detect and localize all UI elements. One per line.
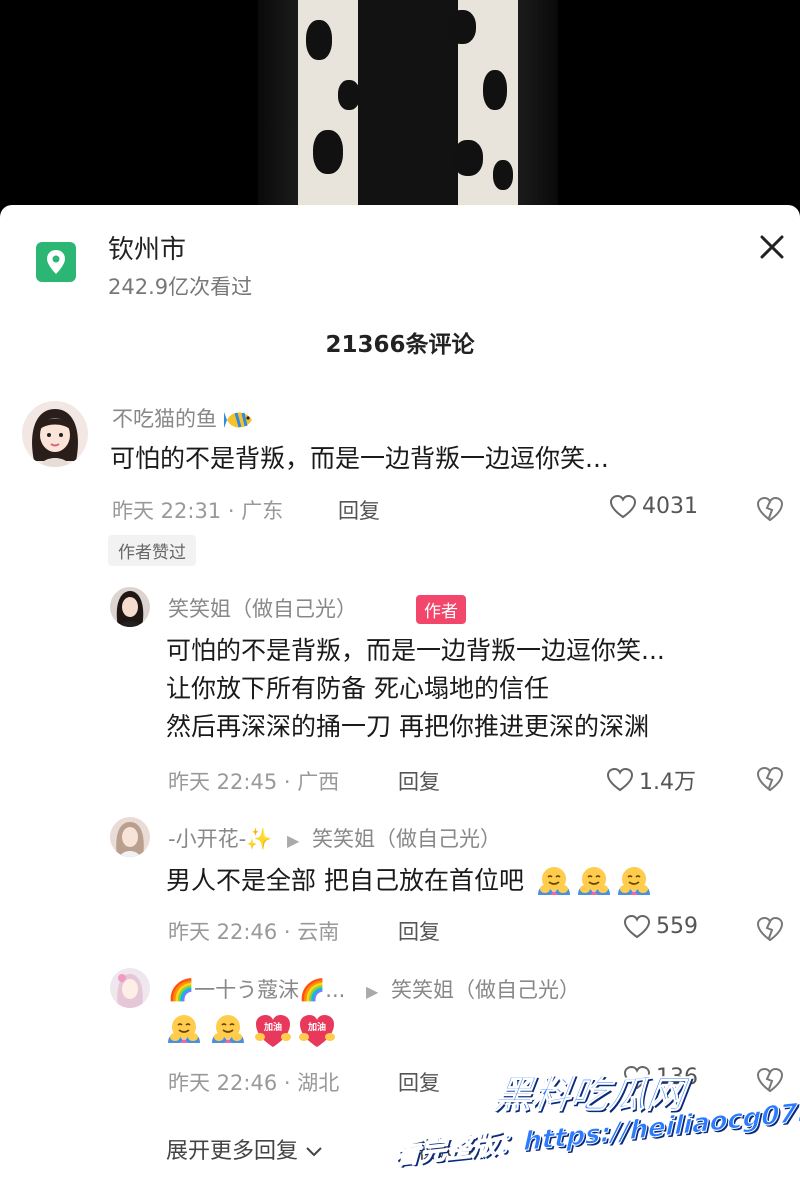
svg-text:加油: 加油 [307,1021,326,1033]
avatar[interactable] [110,587,150,627]
author-liked-tag: 作者赞过 [108,535,196,566]
location-pin-icon[interactable] [36,242,76,282]
user-avatar-image [116,822,144,857]
user-avatar-image [117,974,143,1008]
hug-emoji-icon [536,865,572,899]
hug-emoji-icon [616,865,652,899]
close-button[interactable] [752,227,792,267]
chevron-down-icon [306,1147,322,1157]
comment-count: 21366条评论 [325,332,475,358]
broken-heart-icon[interactable] [756,1067,784,1093]
reply-emoji-row: 加油 加油 [166,1011,342,1049]
expand-replies-button[interactable]: 展开更多回复 [166,1133,323,1165]
author-badge: 作者 [416,595,466,624]
video-frame [258,0,558,205]
author-avatar-image [116,591,144,627]
comment-username[interactable]: 不吃猫的鱼 [112,403,256,433]
reply-text-line: 然后再深深的捅一刀 再把你推进更深的深渊 [166,712,649,741]
broken-heart-icon[interactable] [756,916,784,942]
reply-username[interactable]: 🌈一十う蔻沫🌈... ▶ 笑笑姐（做自己光） [168,974,580,1004]
reply-arrow-icon: ▶ [366,982,379,1001]
heart-icon [624,914,650,938]
avatar[interactable] [110,817,150,857]
like-button[interactable]: 559 [624,914,698,939]
location-title[interactable]: 钦州市 [108,229,186,266]
like-button[interactable]: 1.4万 [607,764,696,796]
reply-text-line: 让你放下所有防备 死心塌地的信任 [166,674,549,703]
reply-time: 昨天 22:46 · 湖北 [168,1071,340,1095]
close-icon [760,235,784,259]
heart-icon [610,494,636,518]
like-count: 4031 [642,494,698,519]
avatar[interactable] [22,401,88,467]
comment-sheet: 钦州市 242.9亿次看过 21366条评论 不吃猫的鱼 可怕的不是背叛，而是一… [0,205,800,1200]
tropical-fish-icon [223,412,252,428]
reply-text: 男人不是全部 把自己放在首位吧 [166,862,652,900]
like-count: 1.4万 [639,770,696,795]
comment-text: 可怕的不是背叛，而是一边背叛一边逗你笑... [110,444,609,473]
reply-text-line: 可怕的不是背叛，而是一边背叛一边逗你笑... [166,636,665,665]
avatar[interactable] [110,968,150,1008]
reply-button[interactable]: 回复 [398,766,440,796]
broken-heart-icon[interactable] [756,496,784,522]
reply-time: 昨天 22:45 · 广西 [168,770,340,794]
svg-text:加油: 加油 [263,1021,282,1033]
reply-button[interactable]: 回复 [338,495,380,525]
like-count: 559 [656,914,698,939]
reply-button[interactable]: 回复 [398,916,440,946]
reply-arrow-icon: ▶ [287,831,300,850]
hug-emoji-icon [210,1013,248,1049]
hug-emoji-icon [576,865,612,899]
cheer-emoji-icon: 加油 [298,1013,336,1049]
video-player[interactable] [0,0,800,205]
comment-time: 昨天 22:31 · 广东 [112,499,284,523]
location-views: 242.9亿次看过 [108,275,253,299]
reply-username[interactable]: 笑笑姐（做自己光） [168,593,357,623]
reply-button[interactable]: 回复 [398,1067,440,1097]
girl-avatar-icon [32,409,78,467]
hug-emoji-icon [166,1013,204,1049]
heart-icon [607,768,633,792]
like-button[interactable]: 4031 [610,494,698,519]
broken-heart-icon[interactable] [756,766,784,792]
reply-username[interactable]: -小开花-✨ ▶ 笑笑姐（做自己光） [168,823,501,853]
reply-time: 昨天 22:46 · 云南 [168,920,340,944]
cheer-emoji-icon: 加油 [254,1013,292,1049]
